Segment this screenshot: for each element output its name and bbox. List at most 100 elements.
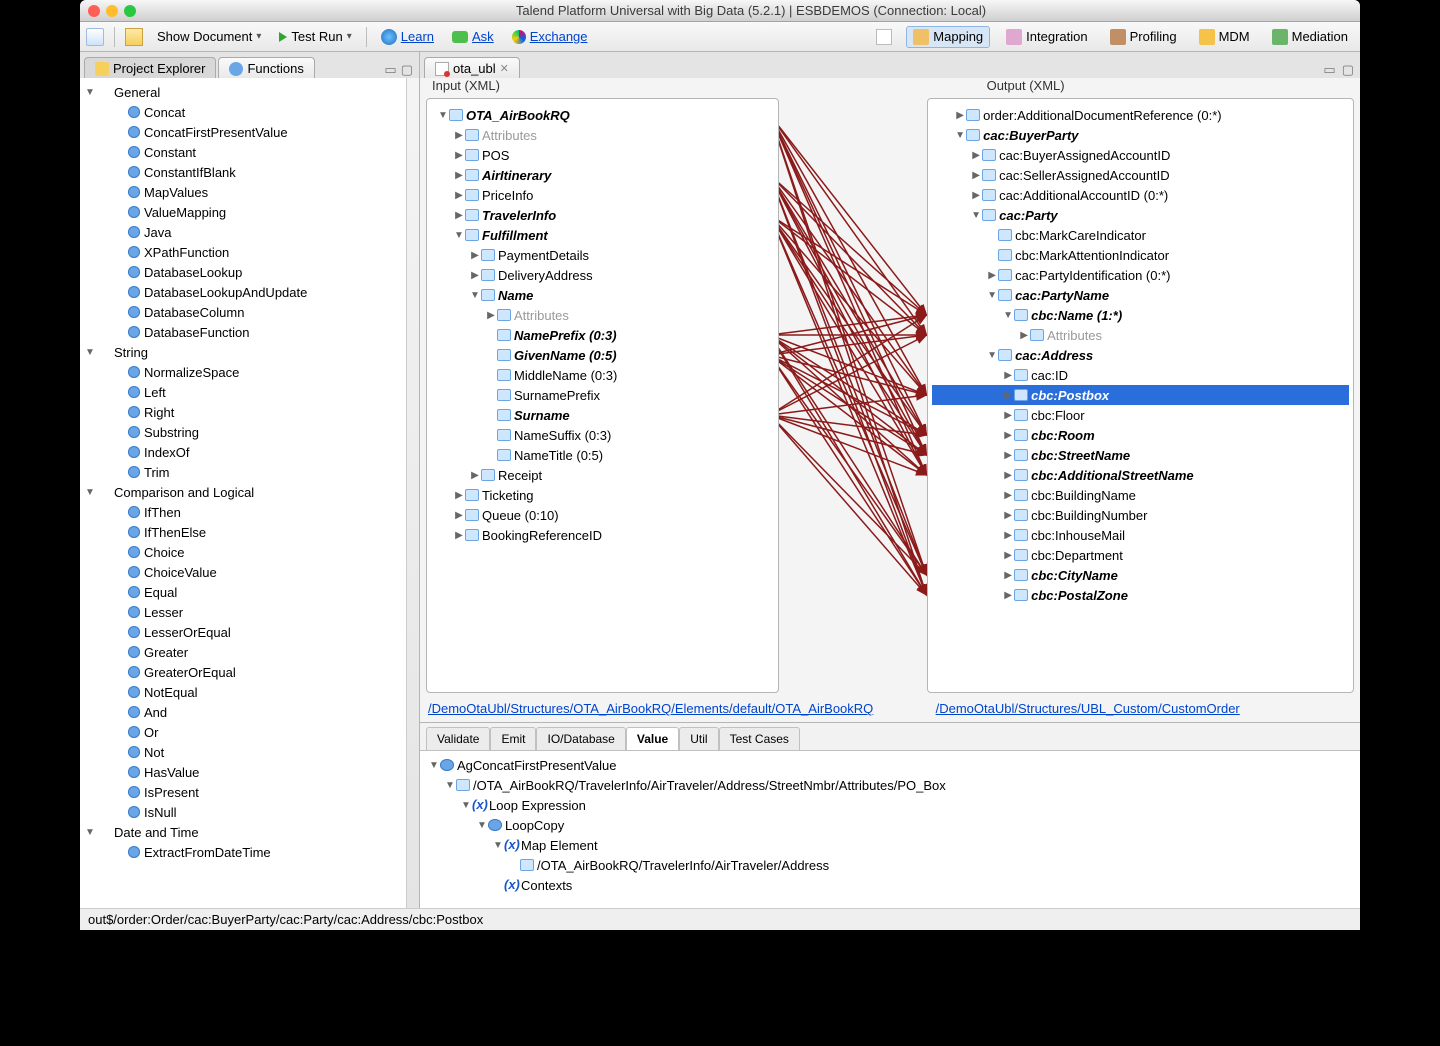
input-path-link[interactable]: /DemoOtaUbl/Structures/OTA_AirBookRQ/Ele…: [420, 697, 777, 722]
input-tree[interactable]: ▼OTA_AirBookRQ ▶Attributes ▶POS▶AirItinera…: [426, 98, 779, 693]
open-perspective-icon[interactable]: [876, 29, 892, 45]
perspective-mapping[interactable]: Mapping: [906, 26, 990, 48]
perspective-icon[interactable]: [125, 28, 143, 46]
output-node[interactable]: ▶cac:SellerAssignedAccountID: [932, 165, 1349, 185]
function-item[interactable]: Right: [84, 402, 419, 422]
minimize-window-button[interactable]: [106, 5, 118, 17]
output-path-link[interactable]: /DemoOtaUbl/Structures/UBL_Custom/Custom…: [928, 697, 1360, 722]
input-node[interactable]: ▶POS: [431, 145, 774, 165]
function-item[interactable]: DatabaseFunction: [84, 322, 419, 342]
function-item[interactable]: Not: [84, 742, 419, 762]
function-item[interactable]: ExtractFromDateTime: [84, 842, 419, 862]
test-run-button[interactable]: Test Run▾: [275, 27, 355, 46]
function-item[interactable]: Or: [84, 722, 419, 742]
show-document-button[interactable]: Show Document▾: [153, 27, 265, 46]
new-icon[interactable]: [86, 28, 104, 46]
zoom-window-button[interactable]: [124, 5, 136, 17]
perspective-mdm[interactable]: MDM: [1193, 27, 1256, 47]
detail-row[interactable]: ▼/OTA_AirBookRQ/TravelerInfo/AirTraveler…: [428, 775, 1352, 795]
function-item[interactable]: IsNull: [84, 802, 419, 822]
output-node[interactable]: ▼cac:Party: [932, 205, 1349, 225]
function-item[interactable]: And: [84, 702, 419, 722]
detail-row[interactable]: (x)Contexts: [428, 875, 1352, 895]
function-item[interactable]: MapValues: [84, 182, 419, 202]
function-item[interactable]: ConstantIfBlank: [84, 162, 419, 182]
output-node[interactable]: ▶order:AdditionalDocumentReference (0:*): [932, 105, 1349, 125]
function-item[interactable]: LesserOrEqual: [84, 622, 419, 642]
perspective-integration[interactable]: Integration: [1000, 27, 1093, 47]
function-item[interactable]: Trim: [84, 462, 419, 482]
function-item[interactable]: ChoiceValue: [84, 562, 419, 582]
function-item[interactable]: IndexOf: [84, 442, 419, 462]
output-node[interactable]: ▶cbc:InhouseMail: [932, 525, 1349, 545]
input-node[interactable]: NameSuffix (0:3): [431, 425, 774, 445]
output-node[interactable]: cbc:MarkAttentionIndicator: [932, 245, 1349, 265]
output-node[interactable]: ▶cac:AdditionalAccountID (0:*): [932, 185, 1349, 205]
detail-tab[interactable]: Test Cases: [719, 727, 800, 750]
input-node[interactable]: MiddleName (0:3): [431, 365, 774, 385]
function-item[interactable]: Lesser: [84, 602, 419, 622]
input-node[interactable]: ▶Attributes: [431, 305, 774, 325]
detail-row[interactable]: /OTA_AirBookRQ/TravelerInfo/AirTraveler/…: [428, 855, 1352, 875]
function-item[interactable]: DatabaseLookup: [84, 262, 419, 282]
output-node[interactable]: ▶cbc:PostalZone: [932, 585, 1349, 605]
input-node[interactable]: SurnamePrefix: [431, 385, 774, 405]
output-node[interactable]: ▼cac:Address: [932, 345, 1349, 365]
output-node[interactable]: ▶cbc:Department: [932, 545, 1349, 565]
minimize-editor-icon[interactable]: ▭: [1323, 62, 1335, 78]
output-node[interactable]: ▶cbc:CityName: [932, 565, 1349, 585]
input-node[interactable]: Surname: [431, 405, 774, 425]
input-node[interactable]: GivenName (0:5): [431, 345, 774, 365]
function-item[interactable]: Constant: [84, 142, 419, 162]
function-item[interactable]: Equal: [84, 582, 419, 602]
input-node[interactable]: ▼OTA_AirBookRQ: [431, 105, 774, 125]
function-item[interactable]: IfThenElse: [84, 522, 419, 542]
detail-row[interactable]: ▼(x)Loop Expression: [428, 795, 1352, 815]
output-node[interactable]: ▼cac:PartyName: [932, 285, 1349, 305]
tree-folder[interactable]: ▼Comparison and Logical: [84, 482, 419, 502]
tab-functions[interactable]: Functions: [218, 57, 314, 78]
function-item[interactable]: IfThen: [84, 502, 419, 522]
input-node[interactable]: NamePrefix (0:3): [431, 325, 774, 345]
input-node[interactable]: ▼Name: [431, 285, 774, 305]
function-item[interactable]: DatabaseLookupAndUpdate: [84, 282, 419, 302]
ask-link[interactable]: Ask: [448, 27, 498, 46]
maximize-editor-icon[interactable]: ▢: [1342, 62, 1354, 78]
output-node[interactable]: ▶cbc:StreetName: [932, 445, 1349, 465]
minimize-view-icon[interactable]: ▭: [384, 62, 396, 78]
output-node[interactable]: cbc:MarkCareIndicator: [932, 225, 1349, 245]
function-item[interactable]: NotEqual: [84, 682, 419, 702]
input-node[interactable]: ▶Ticketing: [431, 485, 774, 505]
function-item[interactable]: Choice: [84, 542, 419, 562]
detail-row[interactable]: ▼AgConcatFirstPresentValue: [428, 755, 1352, 775]
function-item[interactable]: HasValue: [84, 762, 419, 782]
function-item[interactable]: XPathFunction: [84, 242, 419, 262]
input-node[interactable]: ▼Fulfillment: [431, 225, 774, 245]
detail-tab[interactable]: Emit: [490, 727, 536, 750]
input-node[interactable]: ▶AirItinerary: [431, 165, 774, 185]
perspective-profiling[interactable]: Profiling: [1104, 27, 1183, 47]
detail-tab[interactable]: Validate: [426, 727, 490, 750]
detail-tab[interactable]: Value: [626, 727, 679, 750]
functions-tree[interactable]: ▼GeneralConcatConcatFirstPresentValueCon…: [80, 78, 419, 912]
output-node[interactable]: ▼cac:BuyerParty: [932, 125, 1349, 145]
output-node[interactable]: ▶cac:PartyIdentification (0:*): [932, 265, 1349, 285]
detail-tab[interactable]: Util: [679, 727, 718, 750]
output-node[interactable]: ▶Attributes: [932, 325, 1349, 345]
input-node[interactable]: ▶PaymentDetails: [431, 245, 774, 265]
input-node[interactable]: ▶Receipt: [431, 465, 774, 485]
input-node[interactable]: ▶TravelerInfo: [431, 205, 774, 225]
detail-row[interactable]: ▼(x)Map Element: [428, 835, 1352, 855]
output-node[interactable]: ▶cbc:BuildingName: [932, 485, 1349, 505]
output-node[interactable]: ▶cbc:Postbox: [932, 385, 1349, 405]
input-node[interactable]: ▶PriceInfo: [431, 185, 774, 205]
function-item[interactable]: Concat: [84, 102, 419, 122]
detail-row[interactable]: ▼LoopCopy: [428, 815, 1352, 835]
output-node[interactable]: ▶cbc:Room: [932, 425, 1349, 445]
output-node[interactable]: ▶cbc:Floor: [932, 405, 1349, 425]
function-item[interactable]: IsPresent: [84, 782, 419, 802]
function-item[interactable]: GreaterOrEqual: [84, 662, 419, 682]
output-node[interactable]: ▶cbc:BuildingNumber: [932, 505, 1349, 525]
function-item[interactable]: DatabaseColumn: [84, 302, 419, 322]
maximize-view-icon[interactable]: ▢: [401, 62, 413, 78]
